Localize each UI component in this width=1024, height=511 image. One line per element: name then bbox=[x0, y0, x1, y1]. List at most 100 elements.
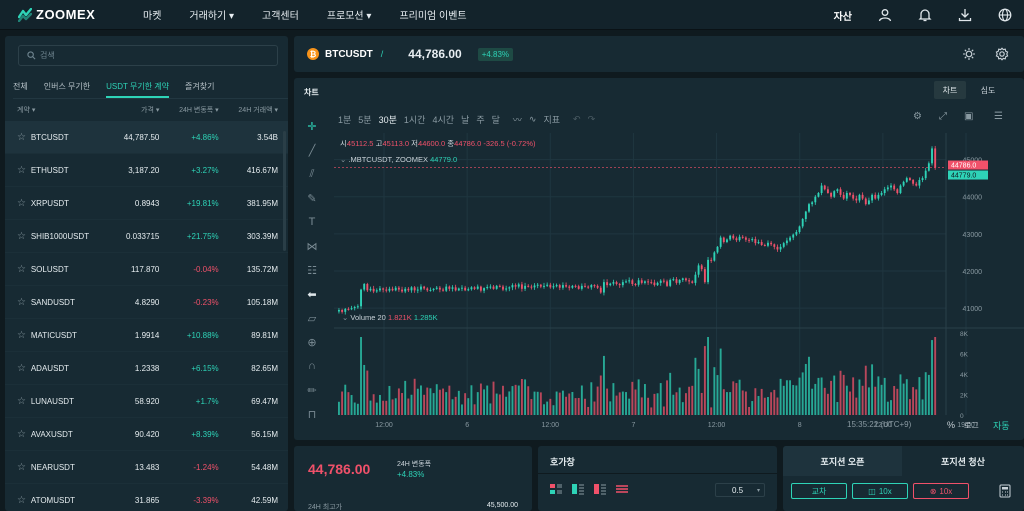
favorite-star-icon[interactable]: ☆ bbox=[17, 462, 31, 473]
indicator-label[interactable]: 지표 bbox=[543, 113, 560, 126]
download-icon[interactable] bbox=[958, 8, 972, 22]
collapse-icon[interactable]: ⌄ bbox=[340, 155, 346, 164]
header-contract[interactable]: 계약 ▾ bbox=[17, 105, 116, 115]
nav-support[interactable]: 고객센터 bbox=[248, 7, 313, 22]
favorite-star-icon[interactable]: ☆ bbox=[17, 495, 31, 506]
tab-inverse-perpetual[interactable]: 인버스 무기한 bbox=[44, 81, 90, 98]
brush-icon[interactable]: ✎ bbox=[302, 186, 322, 210]
precision-select[interactable]: 0.5 ▾ bbox=[715, 483, 765, 497]
bell-icon[interactable] bbox=[918, 8, 932, 22]
tab-close-position[interactable]: 포지션 청산 bbox=[902, 446, 1024, 476]
market-row[interactable]: ☆ SOLUSDT 117.870 -0.04% 135.72M bbox=[5, 253, 288, 286]
interval-4h[interactable]: 4시간 bbox=[432, 113, 454, 126]
log-scale-toggle[interactable]: 로그 bbox=[964, 420, 979, 431]
header-volume[interactable]: 24H 거래액 ▾ bbox=[219, 105, 278, 115]
text-tool-icon[interactable]: T bbox=[302, 210, 322, 234]
auto-scale-toggle[interactable]: 자동 bbox=[993, 419, 1010, 432]
volume-bar bbox=[893, 386, 896, 415]
lock-icon[interactable]: ⊓ bbox=[302, 402, 322, 426]
interval-30m[interactable]: 30분 bbox=[379, 113, 397, 126]
market-row[interactable]: ☆ ETHUSDT 3,187.20 +3.27% 416.67M bbox=[5, 154, 288, 187]
margin-mode-button[interactable]: 교차 bbox=[791, 483, 847, 499]
ruler-icon[interactable]: ▱ bbox=[302, 306, 322, 330]
tab-depth[interactable]: 심도 bbox=[974, 81, 1002, 99]
settings-gear-icon[interactable] bbox=[995, 47, 1009, 61]
zoomex-logo[interactable]: ZOOMEX bbox=[18, 7, 123, 22]
header-price[interactable]: 가격 ▾ bbox=[116, 105, 159, 115]
tab-all[interactable]: 전체 bbox=[13, 81, 28, 98]
market-row[interactable]: ☆ BTCUSDT 44,787.50 +4.86% 3.54B bbox=[5, 121, 288, 154]
pattern-icon[interactable]: ⋈ bbox=[302, 234, 322, 258]
chart-style-icon[interactable]: 〰 bbox=[513, 113, 522, 126]
volume-collapse-icon[interactable]: ⌄ bbox=[342, 313, 348, 322]
market-row[interactable]: ☆ NEARUSDT 13.483 -1.24% 54.48M bbox=[5, 451, 288, 484]
orderbook-buy-icon[interactable] bbox=[571, 483, 585, 495]
favorite-star-icon[interactable]: ☆ bbox=[17, 363, 31, 374]
nav-promotion[interactable]: 프로모션 ▾ bbox=[313, 7, 386, 22]
trendline-icon[interactable]: ╱ bbox=[302, 138, 322, 162]
volume-bar bbox=[934, 337, 937, 415]
tab-open-position[interactable]: 포지션 오픈 bbox=[783, 446, 902, 476]
magnet-icon[interactable]: ∩ bbox=[302, 354, 322, 378]
interval-week[interactable]: 주 bbox=[476, 113, 484, 126]
tab-chart[interactable]: 차트 bbox=[934, 81, 966, 99]
favorite-star-icon[interactable]: ☆ bbox=[17, 429, 31, 440]
chart-settings-icon[interactable]: ⚙ bbox=[913, 111, 922, 122]
market-row[interactable]: ☆ ADAUSDT 1.2338 +6.15% 82.65M bbox=[5, 352, 288, 385]
interval-1h[interactable]: 1시간 bbox=[404, 113, 426, 126]
interval-day[interactable]: 날 bbox=[461, 113, 469, 126]
search-input[interactable]: 검색 bbox=[18, 45, 278, 66]
redo-icon[interactable]: ↷ bbox=[588, 114, 596, 125]
favorite-star-icon[interactable]: ☆ bbox=[17, 396, 31, 407]
long-leverage-button[interactable]: ◫ 10x bbox=[852, 483, 908, 499]
market-row[interactable]: ☆ XRPUSDT 0.8943 +19.81% 381.95M bbox=[5, 187, 288, 220]
nav-market[interactable]: 마켓 bbox=[129, 7, 175, 22]
undo-icon[interactable]: ↶ bbox=[573, 114, 581, 125]
market-scrollbar[interactable] bbox=[283, 131, 286, 251]
market-row[interactable]: ☆ LUNAUSDT 58.920 +1.7% 69.47M bbox=[5, 385, 288, 418]
header-change[interactable]: 24H 변동폭 ▾ bbox=[159, 105, 219, 115]
lock-draw-icon[interactable]: ✏ bbox=[302, 378, 322, 402]
fullscreen-icon[interactable]: ⤢ bbox=[939, 111, 947, 122]
ticker-symbol[interactable]: BTCUSDT bbox=[325, 49, 373, 60]
calculator-icon[interactable] bbox=[999, 484, 1011, 498]
price-chart[interactable]: 410004200043000440004500012:00612:00712:… bbox=[334, 133, 1024, 435]
favorite-star-icon[interactable]: ☆ bbox=[17, 165, 31, 176]
interval-5m[interactable]: 5분 bbox=[358, 113, 371, 126]
indicator-icon[interactable]: ∿ bbox=[529, 114, 537, 125]
percent-scale-toggle[interactable]: % bbox=[947, 420, 955, 430]
zoom-in-icon[interactable]: ⊕ bbox=[302, 330, 322, 354]
orderbook-sell-icon[interactable] bbox=[593, 483, 607, 495]
tab-usdt-perpetual[interactable]: USDT 무기한 계약 bbox=[106, 81, 170, 98]
tab-favorites[interactable]: 즐겨찾기 bbox=[185, 81, 214, 98]
chart-properties-icon[interactable]: ☰ bbox=[994, 111, 1003, 122]
market-row[interactable]: ☆ MATICUSDT 1.9914 +10.88% 89.81M bbox=[5, 319, 288, 352]
market-row[interactable]: ☆ SANDUSDT 4.8290 -0.23% 105.18M bbox=[5, 286, 288, 319]
market-row[interactable]: ☆ AVAXUSDT 90.420 +8.39% 56.15M bbox=[5, 418, 288, 451]
market-row[interactable]: ☆ ATOMUSDT 31.865 -3.39% 42.59M bbox=[5, 484, 288, 511]
arrow-back-icon[interactable]: ⬅ bbox=[302, 282, 322, 306]
nav-trade[interactable]: 거래하기 ▾ bbox=[175, 7, 248, 22]
market-row[interactable]: ☆ SHIB1000USDT 0.033715 +21.75% 303.39M bbox=[5, 220, 288, 253]
fib-icon[interactable]: ☷ bbox=[302, 258, 322, 282]
crosshair-icon[interactable]: ✛ bbox=[302, 114, 322, 138]
camera-icon[interactable]: ▣ bbox=[964, 111, 973, 122]
interval-1m[interactable]: 1분 bbox=[338, 113, 351, 126]
orderbook-both-icon[interactable] bbox=[549, 483, 563, 495]
nav-premium-event[interactable]: 프리미엄 이벤트 bbox=[385, 7, 480, 22]
orderbook-trades-icon[interactable] bbox=[615, 483, 629, 495]
favorite-star-icon[interactable]: ☆ bbox=[17, 231, 31, 242]
chart-time[interactable]: 15:35:22 (UTC+9) bbox=[847, 420, 911, 429]
favorite-star-icon[interactable]: ☆ bbox=[17, 297, 31, 308]
theme-sun-icon[interactable] bbox=[962, 47, 976, 61]
nav-assets[interactable]: 자산 bbox=[834, 8, 852, 23]
globe-icon[interactable] bbox=[998, 8, 1012, 22]
favorite-star-icon[interactable]: ☆ bbox=[17, 330, 31, 341]
user-icon[interactable] bbox=[878, 8, 892, 22]
favorite-star-icon[interactable]: ☆ bbox=[17, 264, 31, 275]
pitchfork-icon[interactable]: ⫽ bbox=[302, 162, 322, 186]
favorite-star-icon[interactable]: ☆ bbox=[17, 132, 31, 143]
short-leverage-button[interactable]: ⊗ 10x bbox=[913, 483, 969, 499]
favorite-star-icon[interactable]: ☆ bbox=[17, 198, 31, 209]
interval-month[interactable]: 달 bbox=[492, 113, 500, 126]
